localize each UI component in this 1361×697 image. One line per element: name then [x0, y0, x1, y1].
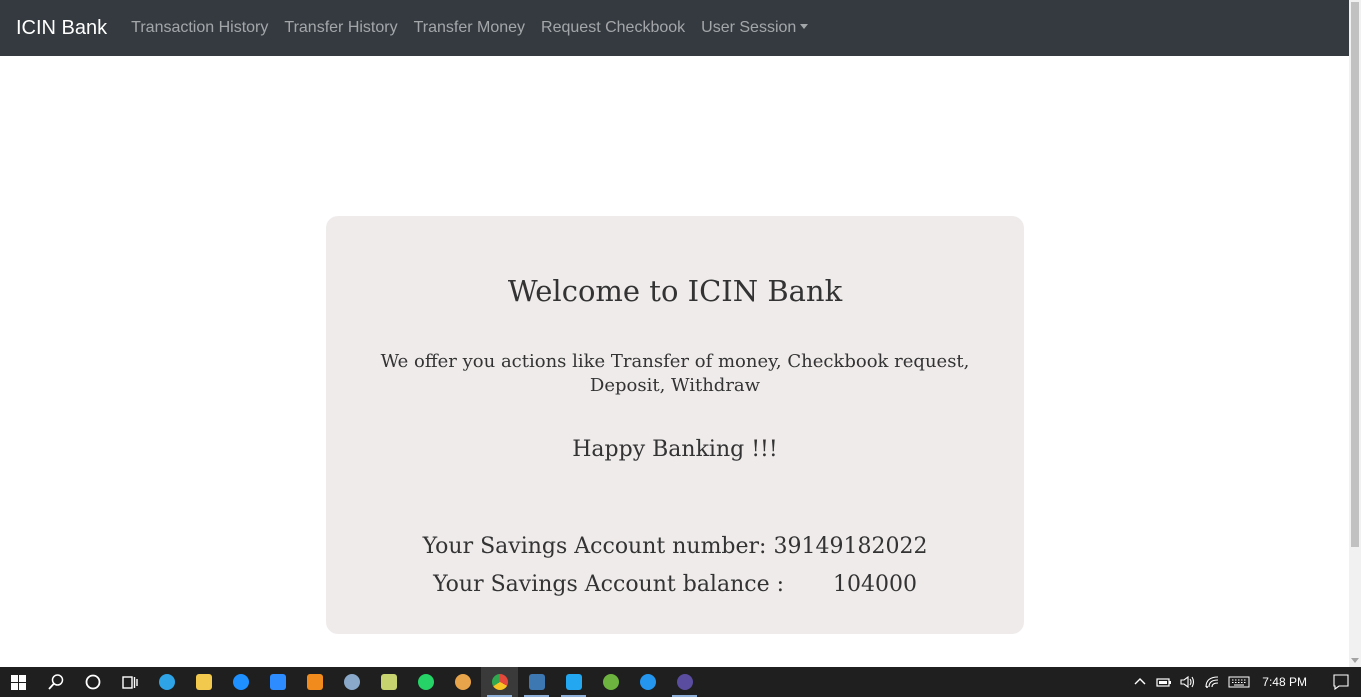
taskbar-app-steam[interactable]	[333, 667, 370, 697]
zoom-icon	[269, 674, 286, 690]
nav-transaction-history[interactable]: Transaction History	[123, 19, 276, 37]
scrollbar-thumb[interactable]	[1351, 2, 1359, 547]
whatsapp-icon	[417, 674, 434, 690]
account-number-row: Your Savings Account number: 39149182022	[326, 534, 1024, 559]
wifi-icon	[1205, 676, 1219, 688]
mysql-workbench-icon	[528, 674, 545, 690]
taskbar-app-docker[interactable]	[629, 667, 666, 697]
folder-icon	[195, 674, 212, 690]
keyboard-icon	[1228, 676, 1250, 688]
search-button[interactable]	[37, 667, 74, 697]
chevron-up-icon	[1134, 678, 1146, 685]
nav-transfer-money[interactable]: Transfer Money	[406, 19, 533, 37]
chrome-icon	[491, 674, 508, 690]
taskbar-app-edge[interactable]	[148, 667, 185, 697]
sublime-text-icon	[306, 674, 323, 690]
user-session-label: User Session	[701, 19, 797, 36]
taskbar-app-internet-explorer[interactable]	[222, 667, 259, 697]
taskbar-app-file-explorer[interactable]	[185, 667, 222, 697]
battery-tray[interactable]	[1152, 667, 1176, 697]
taskbar-app-whatsapp[interactable]	[407, 667, 444, 697]
navbar-brand[interactable]: ICIN Bank	[16, 17, 107, 40]
stripes-app-icon	[454, 674, 471, 690]
offer-text: We offer you actions like Transfer of mo…	[380, 351, 970, 396]
taskbar-app-mysql-workbench[interactable]	[518, 667, 555, 697]
account-balance-label: Your Savings Account balance :	[433, 572, 784, 597]
scroll-down-arrow-icon[interactable]	[1351, 658, 1359, 663]
action-center-button[interactable]	[1321, 667, 1361, 697]
taskbar-app-sublime-text[interactable]	[296, 667, 333, 697]
task-view-icon	[121, 676, 138, 689]
account-balance-value: 104000	[832, 572, 917, 597]
speaker-icon	[1180, 675, 1195, 689]
docker-icon	[639, 674, 656, 690]
system-tray: 7:48 PM	[1128, 667, 1361, 697]
top-navbar: ICIN Bank Transaction History Transfer H…	[0, 0, 1349, 56]
notepad-icon	[380, 674, 397, 690]
notification-icon	[1333, 674, 1349, 690]
taskbar-app-eclipse[interactable]	[666, 667, 703, 697]
vscode-icon	[565, 674, 582, 690]
taskbar-app-chrome[interactable]	[481, 667, 518, 697]
taskbar-clock[interactable]: 7:48 PM	[1254, 675, 1321, 689]
start-button[interactable]	[0, 667, 37, 697]
spring-icon	[602, 674, 619, 690]
internet-explorer-icon	[232, 674, 249, 690]
greeting-text: Happy Banking !!!	[572, 437, 778, 462]
task-view-button[interactable]	[111, 667, 148, 697]
nav-request-checkbook[interactable]: Request Checkbook	[533, 19, 693, 37]
nav-user-session-dropdown[interactable]: User Session	[693, 19, 816, 37]
welcome-title: Welcome to ICIN Bank	[507, 274, 843, 308]
taskbar-app-notepad[interactable]	[370, 667, 407, 697]
account-number-label: Your Savings Account number:	[422, 534, 767, 559]
eclipse-icon	[676, 674, 693, 690]
nav-transfer-history[interactable]: Transfer History	[276, 19, 405, 37]
windows-logo-icon	[11, 674, 26, 690]
search-icon	[47, 674, 63, 690]
account-balance-row: Your Savings Account balance : 104000	[326, 572, 1024, 597]
taskbar-app-vscode[interactable]	[555, 667, 592, 697]
taskbar-app-spring-tool-suite[interactable]	[592, 667, 629, 697]
network-tray[interactable]	[1200, 667, 1224, 697]
cortana-icon	[85, 674, 100, 690]
volume-tray[interactable]	[1176, 667, 1200, 697]
edge-icon	[158, 674, 175, 690]
steam-icon	[343, 674, 360, 690]
windows-taskbar: 7:48 PM	[0, 667, 1361, 697]
taskbar-app-zoom[interactable]	[259, 667, 296, 697]
battery-icon	[1156, 678, 1172, 687]
input-keyboard-tray[interactable]	[1224, 667, 1254, 697]
cortana-button[interactable]	[74, 667, 111, 697]
taskbar-app-stripes[interactable]	[444, 667, 481, 697]
page-scrollbar[interactable]	[1349, 0, 1361, 667]
account-number-value: 39149182022	[773, 534, 928, 559]
caret-down-icon	[800, 24, 809, 29]
show-hidden-icons-button[interactable]	[1128, 667, 1152, 697]
welcome-card: Welcome to ICIN Bank We offer you action…	[326, 216, 1024, 634]
